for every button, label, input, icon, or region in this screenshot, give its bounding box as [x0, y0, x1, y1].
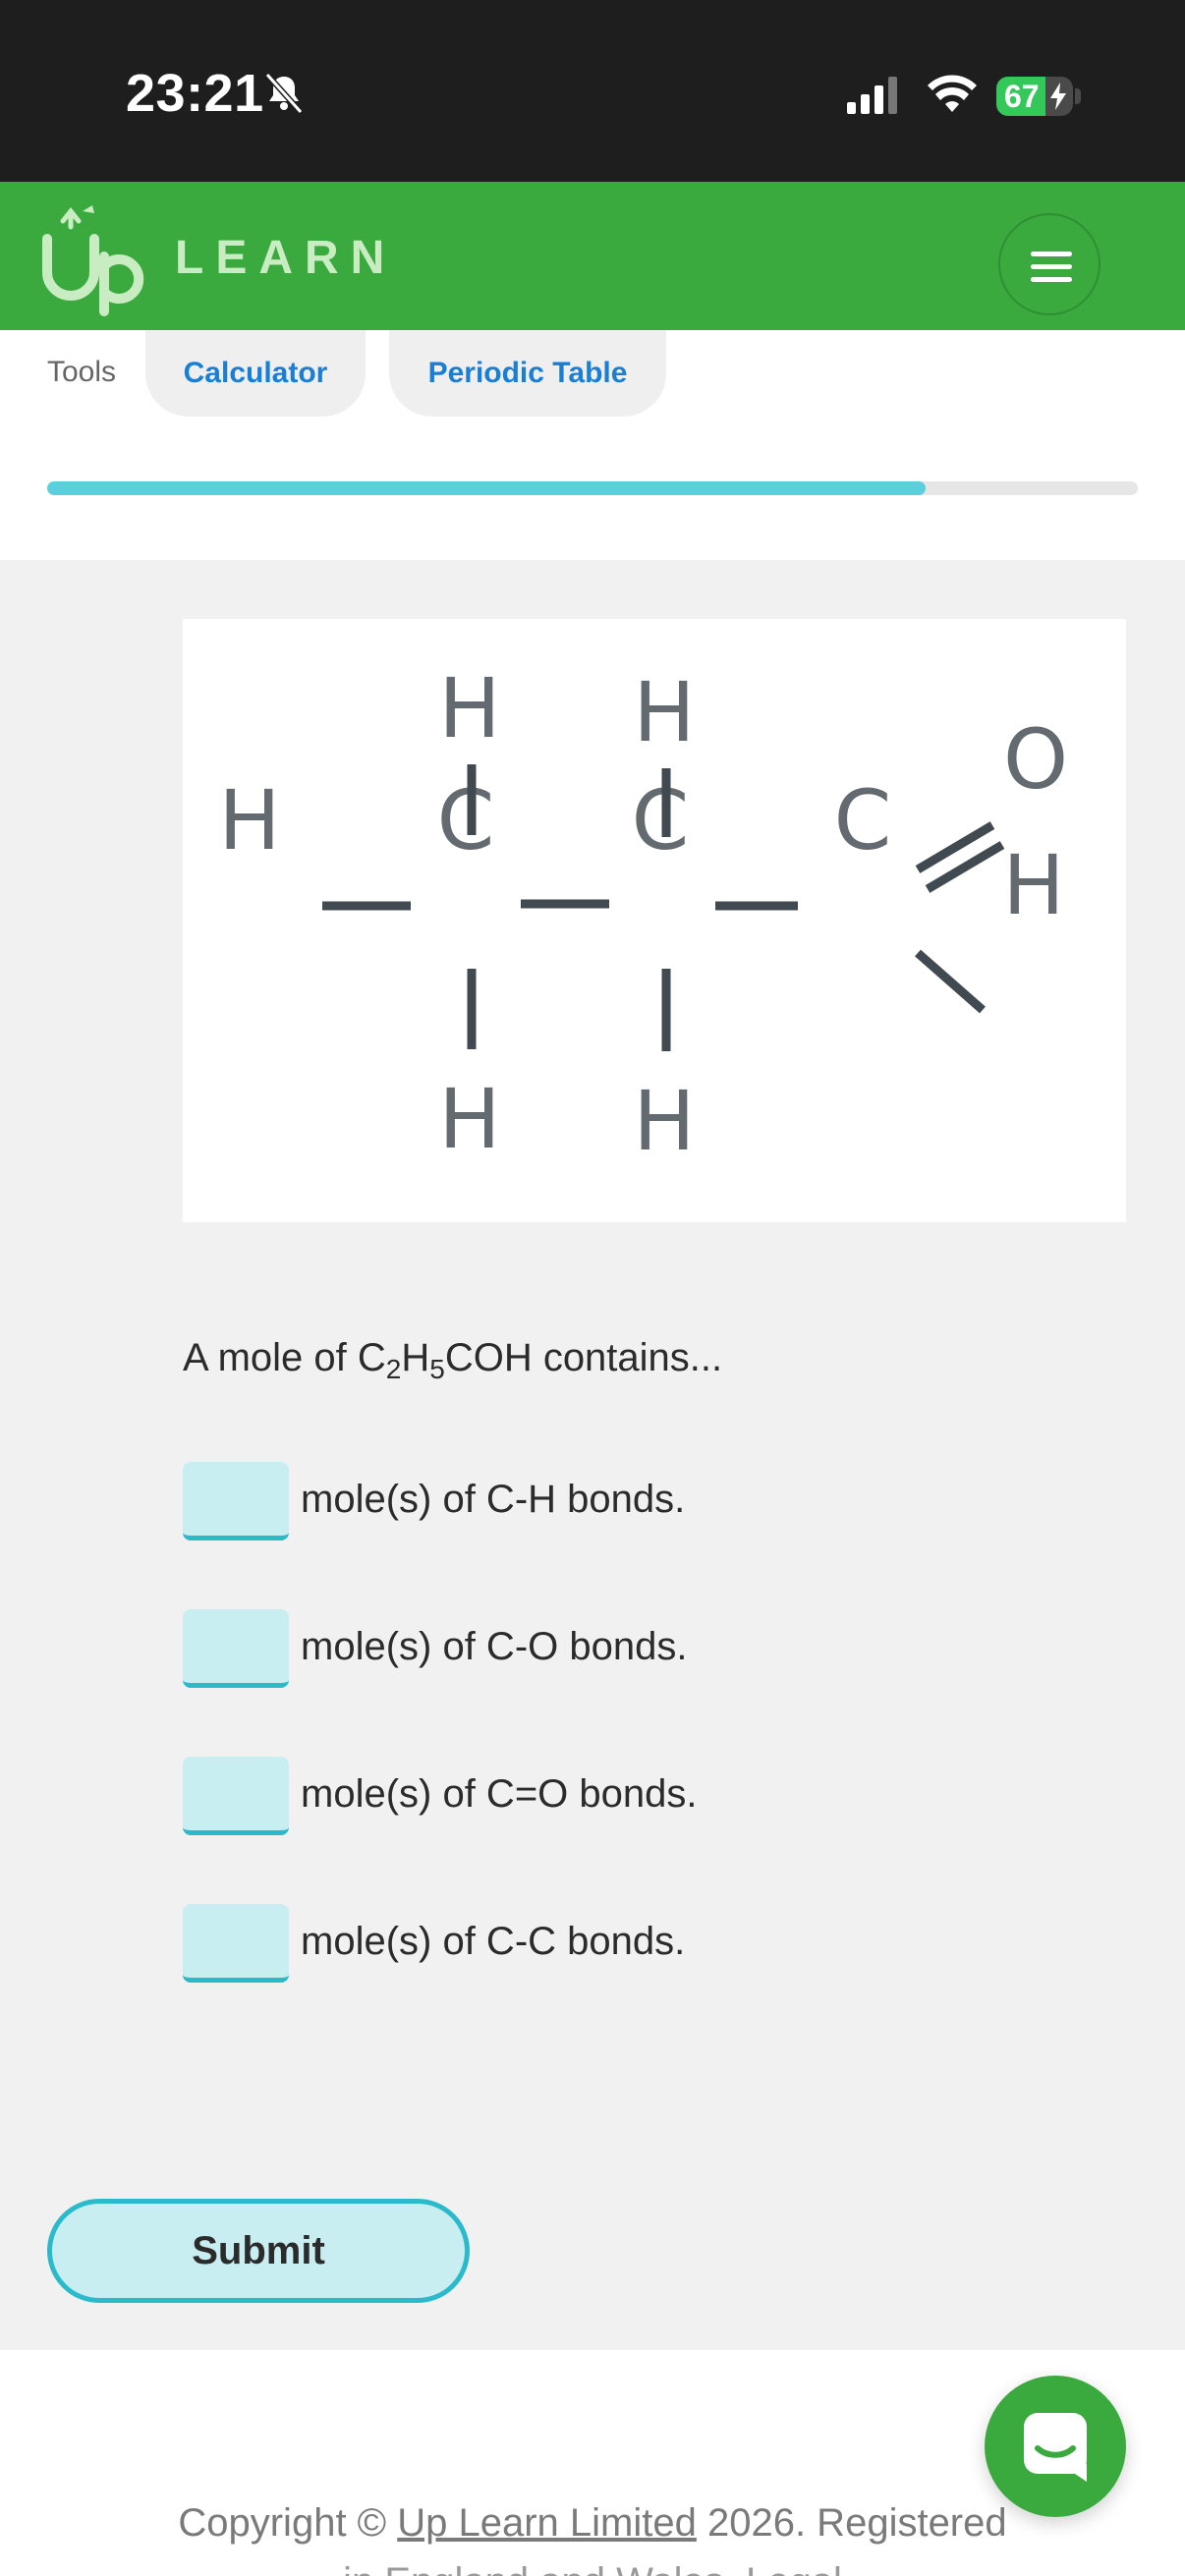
c-double-o-bonds-input[interactable] [183, 1757, 289, 1835]
wifi-icon [928, 75, 977, 112]
atom-o: O [1003, 711, 1068, 808]
status-time: 23:21 [126, 64, 264, 123]
up-learn-logo-icon[interactable] [39, 196, 167, 323]
footer: Copyright © Up Learn Limited 2026. Regis… [0, 2350, 1185, 2576]
hamburger-icon [1031, 252, 1072, 256]
atom-h-c1-top: H [438, 660, 500, 756]
atom-h-c2-bottom: H [633, 1073, 695, 1169]
question-suffix: COH contains... [444, 1336, 723, 1379]
hamburger-icon-line [1031, 277, 1072, 282]
calculator-button[interactable]: Calculator [145, 330, 366, 417]
periodic-table-button[interactable]: Periodic Table [389, 330, 666, 417]
submit-button-label: Submit [192, 2228, 325, 2272]
lesson-progress-bar [47, 481, 1138, 495]
structural-formula: H C C C O H H H H H [218, 660, 1068, 1169]
bond-c3-h [915, 949, 986, 1014]
company-link[interactable]: Up Learn Limited [397, 2501, 697, 2545]
atom-h-aldehyde: H [1002, 837, 1064, 933]
atom-h-c2-top: H [633, 664, 695, 760]
copyright-text-line2: in England and Wales. Legal [0, 2560, 1185, 2576]
formula-h: H [401, 1336, 430, 1379]
atom-h-c1-bottom: H [438, 1071, 500, 1167]
c-o-bonds-label: mole(s) of C-O bonds. [301, 1625, 688, 1668]
hamburger-icon-line [1031, 264, 1072, 269]
logo-wordmark: LEARN [175, 232, 397, 284]
tools-label: Tools [47, 356, 117, 388]
formula-h-subscript: 5 [429, 1354, 445, 1384]
lesson-progress-fill [47, 481, 926, 495]
chat-bubble-icon [1024, 2413, 1087, 2482]
c-c-bonds-input[interactable] [183, 1904, 289, 1983]
c-c-bonds-label: mole(s) of C-C bonds. [301, 1920, 686, 1963]
question-text: A mole of C2H5COH contains... [183, 1336, 722, 1385]
c-double-o-bonds-label: mole(s) of C=O bonds. [301, 1772, 698, 1816]
question-prefix: A mole of [183, 1336, 358, 1379]
atom-c2: C [632, 772, 690, 868]
bell-muted-icon [264, 72, 304, 115]
cellular-signal-icon [847, 77, 897, 114]
atom-c3: C [834, 772, 892, 868]
formula-c-subscript: 2 [385, 1354, 402, 1384]
copyright-suffix: 2026. Registered [696, 2501, 1007, 2545]
c-o-bonds-input[interactable] [183, 1609, 289, 1688]
c-h-bonds-input[interactable] [183, 1462, 289, 1540]
atom-h-left: H [218, 772, 280, 868]
battery-percent: 67 [1004, 79, 1040, 114]
submit-button[interactable]: Submit [47, 2199, 470, 2303]
battery-icon: 67 [996, 77, 1073, 116]
periodic-table-button-label: Periodic Table [427, 357, 628, 389]
c-h-bonds-label: mole(s) of C-H bonds. [301, 1478, 686, 1521]
question-area: H C C C O H H H H H A mole of C2H5COH co… [0, 560, 1185, 2350]
formula-c: C [357, 1336, 386, 1379]
charging-bolt-icon [1050, 83, 1066, 110]
calculator-button-label: Calculator [183, 357, 328, 389]
app-header: LEARN [0, 182, 1185, 330]
bond-c3-o-double-1 [915, 821, 995, 873]
bond-c3-o-double-2 [925, 841, 1005, 893]
copyright-prefix: Copyright © [178, 2501, 398, 2545]
atom-c1: C [437, 772, 495, 868]
tools-bar: Tools Calculator Periodic Table [0, 330, 1185, 560]
chat-button[interactable] [985, 2376, 1126, 2517]
molecule-diagram: H C C C O H H H H H [183, 619, 1126, 1222]
menu-button[interactable] [998, 213, 1100, 315]
status-bar: 23:21 67 [0, 0, 1185, 182]
battery-nub [1075, 88, 1081, 104]
